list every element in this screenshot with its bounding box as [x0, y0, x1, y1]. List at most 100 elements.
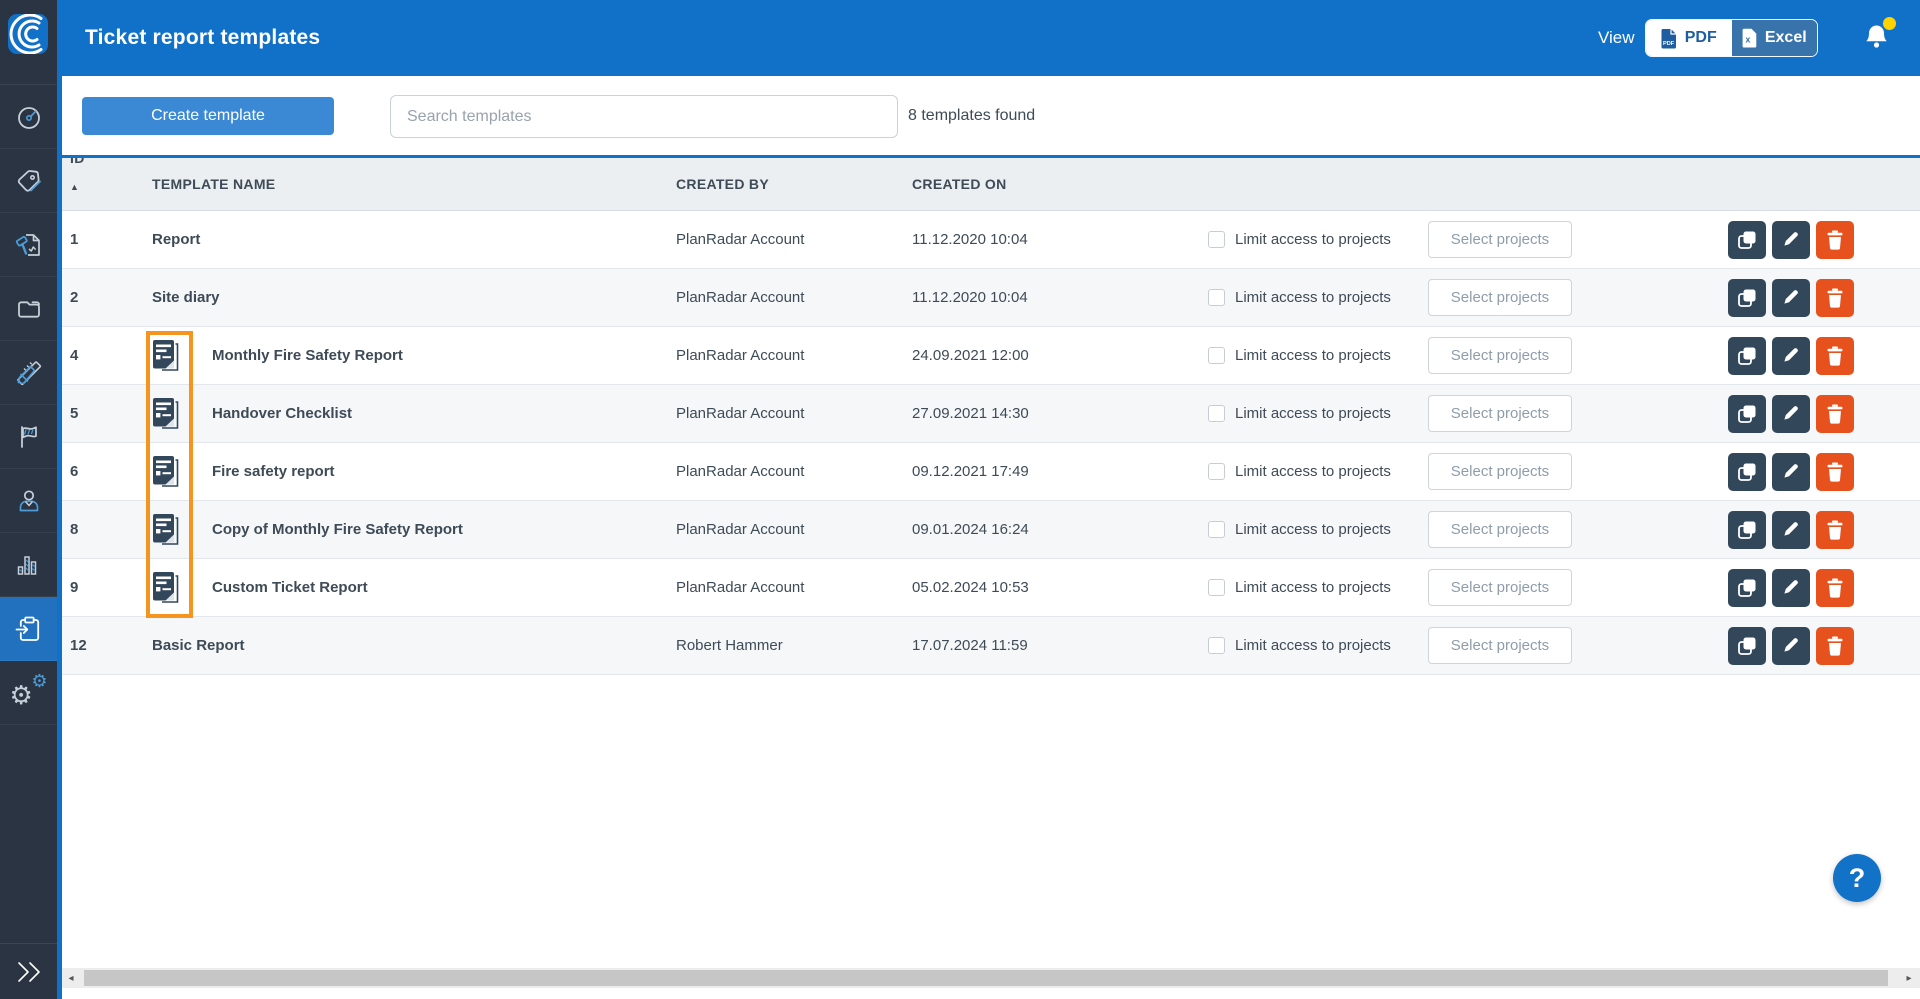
row-actions	[1728, 559, 1920, 616]
sidebar-item-dashboard[interactable]	[0, 85, 57, 149]
pencil-icon	[1782, 230, 1801, 249]
limit-access-checkbox[interactable]	[1208, 463, 1225, 480]
limit-access-checkbox[interactable]	[1208, 289, 1225, 306]
row-actions	[1728, 211, 1920, 268]
view-excel-button[interactable]: x Excel	[1732, 20, 1818, 56]
double-chevron-right-icon	[14, 960, 44, 984]
sidebar-item-tags[interactable]	[0, 149, 57, 213]
edit-template-button[interactable]	[1772, 279, 1810, 317]
sidebar-nav: ⚙ ⚙	[0, 84, 57, 725]
column-header-id[interactable]: ID ▲	[62, 158, 146, 210]
limit-access-checkbox[interactable]	[1208, 579, 1225, 596]
select-projects-button[interactable]: Select projects	[1428, 337, 1572, 374]
duplicate-template-button[interactable]	[1728, 627, 1766, 665]
delete-template-button[interactable]	[1816, 337, 1854, 375]
duplicate-template-button[interactable]	[1728, 453, 1766, 491]
row-id: 9	[62, 559, 146, 616]
report-template-icon	[152, 571, 179, 604]
row-actions	[1728, 501, 1920, 558]
edit-template-button[interactable]	[1772, 395, 1810, 433]
delete-template-button[interactable]	[1816, 627, 1854, 665]
sidebar-item-projects[interactable]	[0, 277, 57, 341]
scroll-right-arrow[interactable]: ▸	[1900, 968, 1918, 988]
limit-access-checkbox[interactable]	[1208, 231, 1225, 248]
table-row: 4 Monthly Fire Safety Report PlanRadar A…	[62, 327, 1920, 385]
view-pdf-button[interactable]: PDF PDF	[1646, 20, 1732, 56]
template-name: Basic Report	[152, 637, 245, 654]
search-templates-input[interactable]	[390, 95, 898, 138]
limit-access-checkbox[interactable]	[1208, 521, 1225, 538]
duplicate-template-button[interactable]	[1728, 221, 1766, 259]
scrollbar-thumb[interactable]	[84, 970, 1888, 986]
sidebar-item-settings[interactable]: ⚙ ⚙	[0, 661, 57, 725]
trash-icon	[1826, 578, 1844, 598]
duplicate-icon	[1737, 404, 1757, 424]
sidebar-expand-button[interactable]	[0, 943, 57, 999]
edit-template-button[interactable]	[1772, 337, 1810, 375]
planradar-swirl-icon	[8, 14, 48, 54]
row-actions	[1728, 269, 1920, 326]
planradar-logo[interactable]	[8, 14, 48, 54]
help-button[interactable]: ?	[1833, 854, 1881, 902]
delete-template-button[interactable]	[1816, 569, 1854, 607]
table-row: 8 Copy of Monthly Fire Safety Report Pla…	[62, 501, 1920, 559]
select-projects-button[interactable]: Select projects	[1428, 395, 1572, 432]
template-name: Report	[152, 231, 200, 248]
edit-template-button[interactable]	[1772, 511, 1810, 549]
column-header-created-on[interactable]: CREATED ON	[912, 158, 1208, 210]
duplicate-template-button[interactable]	[1728, 569, 1766, 607]
delete-template-button[interactable]	[1816, 279, 1854, 317]
pdf-label: PDF	[1685, 29, 1717, 47]
limit-access-label: Limit access to projects	[1235, 579, 1391, 596]
sidebar-item-statistics[interactable]	[0, 533, 57, 597]
delete-template-button[interactable]	[1816, 511, 1854, 549]
sidebar-item-tickets[interactable]	[0, 213, 57, 277]
edit-template-button[interactable]	[1772, 221, 1810, 259]
select-projects-button[interactable]: Select projects	[1428, 627, 1572, 664]
sidebar-item-report-templates[interactable]	[0, 597, 57, 661]
column-header-template-name[interactable]: TEMPLATE NAME	[146, 158, 676, 210]
create-template-button[interactable]: Create template	[82, 97, 334, 135]
select-projects-button[interactable]: Select projects	[1428, 221, 1572, 258]
gauge-icon	[15, 103, 43, 131]
select-projects-button[interactable]: Select projects	[1428, 511, 1572, 548]
duplicate-template-button[interactable]	[1728, 511, 1766, 549]
scroll-left-arrow[interactable]: ◂	[62, 968, 80, 988]
edit-template-button[interactable]	[1772, 627, 1810, 665]
limit-access-cell: Limit access to projects	[1208, 269, 1428, 326]
edit-template-button[interactable]	[1772, 453, 1810, 491]
limit-access-cell: Limit access to projects	[1208, 385, 1428, 442]
limit-access-checkbox[interactable]	[1208, 405, 1225, 422]
duplicate-template-button[interactable]	[1728, 337, 1766, 375]
delete-template-button[interactable]	[1816, 453, 1854, 491]
template-name-cell: Monthly Fire Safety Report	[146, 327, 676, 384]
select-projects-button[interactable]: Select projects	[1428, 279, 1572, 316]
table-row: 9 Custom Ticket Report PlanRadar Account…	[62, 559, 1920, 617]
duplicate-template-button[interactable]	[1728, 395, 1766, 433]
edit-template-button[interactable]	[1772, 569, 1810, 607]
created-by: PlanRadar Account	[676, 559, 912, 616]
created-on: 24.09.2021 12:00	[912, 327, 1208, 384]
sidebar-item-plans[interactable]	[0, 341, 57, 405]
created-on: 11.12.2020 10:04	[912, 211, 1208, 268]
limit-access-checkbox[interactable]	[1208, 347, 1225, 364]
notifications-button[interactable]	[1863, 22, 1899, 56]
select-projects-button[interactable]: Select projects	[1428, 453, 1572, 490]
limit-access-label: Limit access to projects	[1235, 637, 1391, 654]
select-projects-cell: Select projects	[1428, 559, 1728, 616]
app-window: ⚙ ⚙ Ticket report templates View PDF PDF	[0, 0, 1920, 999]
horizontal-scrollbar[interactable]: ◂ ▸	[62, 968, 1920, 988]
select-projects-button[interactable]: Select projects	[1428, 569, 1572, 606]
delete-template-button[interactable]	[1816, 395, 1854, 433]
limit-access-label: Limit access to projects	[1235, 347, 1391, 364]
duplicate-template-button[interactable]	[1728, 279, 1766, 317]
limit-access-checkbox[interactable]	[1208, 637, 1225, 654]
template-name-cell: Report	[146, 211, 676, 268]
sidebar-item-users[interactable]	[0, 469, 57, 533]
sidebar-item-flags[interactable]	[0, 405, 57, 469]
trash-icon	[1826, 404, 1844, 424]
delete-template-button[interactable]	[1816, 221, 1854, 259]
template-name-cell: Custom Ticket Report	[146, 559, 676, 616]
created-on: 05.02.2024 10:53	[912, 559, 1208, 616]
column-header-created-by[interactable]: CREATED BY	[676, 158, 912, 210]
